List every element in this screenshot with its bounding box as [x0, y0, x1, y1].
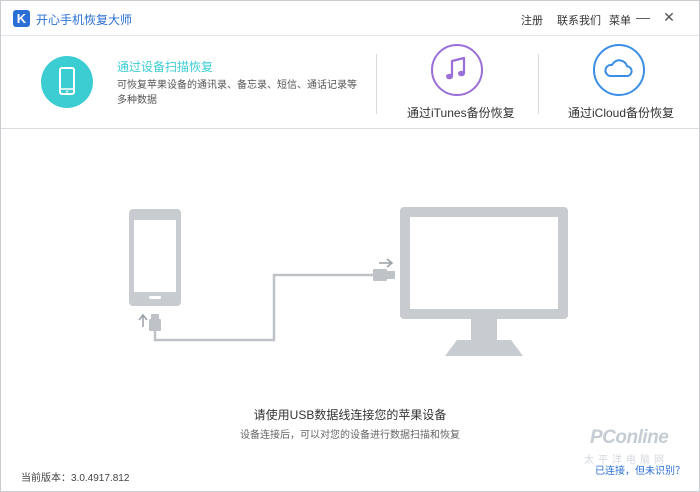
usb-cable: [153, 273, 373, 342]
mode-divider: [538, 54, 539, 114]
title-bar[interactable]: K 开心手机恢复大师 注册 联系我们 菜单 — ✕: [1, 1, 699, 35]
connected-not-recognized-link[interactable]: 已连接，但未识别？: [595, 462, 685, 477]
app-logo-icon: K: [13, 10, 30, 27]
app-title: 开心手机恢复大师: [36, 13, 133, 27]
arrow-up-icon: [138, 313, 148, 327]
cloud-icon: [604, 59, 633, 77]
recovery-mode-bar: 通过设备扫描恢复 可恢复苹果设备的通讯录、备忘录、短信、通话记录等多种数据 通过…: [1, 35, 699, 129]
version-label: 当前版本：3.0.4917.812: [21, 473, 130, 484]
icloud-backup-label: 通过iCloud备份恢复: [568, 106, 675, 120]
app-window: K 开心手机恢复大师 注册 联系我们 菜单 — ✕ 通过设备扫描恢复 可恢复苹果…: [0, 0, 700, 492]
close-button[interactable]: ✕: [661, 9, 677, 25]
mode-divider: [376, 54, 377, 114]
itunes-backup-label: 通过iTunes备份恢复: [407, 106, 515, 120]
watermark-text: PConline: [590, 427, 669, 448]
connect-device-prompt: 请使用USB数据线连接您的苹果设备: [253, 408, 447, 422]
usb-connection-illustration: [129, 207, 568, 356]
mode-device-scan[interactable]: 通过设备扫描恢复 可恢复苹果设备的通讯录、备忘录、短信、通话记录等多种数据: [1, 36, 369, 128]
phone-icon: [59, 67, 75, 95]
watermark-logo: PConline 太平洋电脑网: [580, 427, 690, 466]
itunes-badge: [431, 44, 483, 96]
icloud-badge: [593, 44, 645, 96]
lightning-plug-icon: [149, 314, 161, 331]
device-scan-badge: [41, 56, 93, 108]
device-scan-title: 通过设备扫描恢复: [117, 60, 214, 74]
connection-panel: 请使用USB数据线连接您的苹果设备 设备连接后，可以对您的设备进行数据扫描和恢复: [1, 130, 699, 460]
device-scan-description: 可恢复苹果设备的通讯录、备忘录、短信、通话记录等多种数据: [117, 80, 357, 106]
computer-monitor-icon: [400, 207, 568, 356]
menu-link[interactable]: 菜单: [609, 12, 631, 28]
minimize-button[interactable]: —: [635, 9, 651, 25]
register-link[interactable]: 注册: [521, 12, 543, 28]
music-note-icon: [446, 56, 466, 80]
mode-itunes-backup[interactable]: 通过iTunes备份恢复: [391, 36, 531, 128]
usb-plug-icon: [373, 269, 395, 281]
contact-us-link[interactable]: 联系我们: [557, 12, 601, 28]
mode-icloud-backup[interactable]: 通过iCloud备份恢复: [551, 36, 699, 128]
arrow-right-icon: [379, 258, 394, 268]
phone-illustration-icon: [129, 209, 181, 306]
